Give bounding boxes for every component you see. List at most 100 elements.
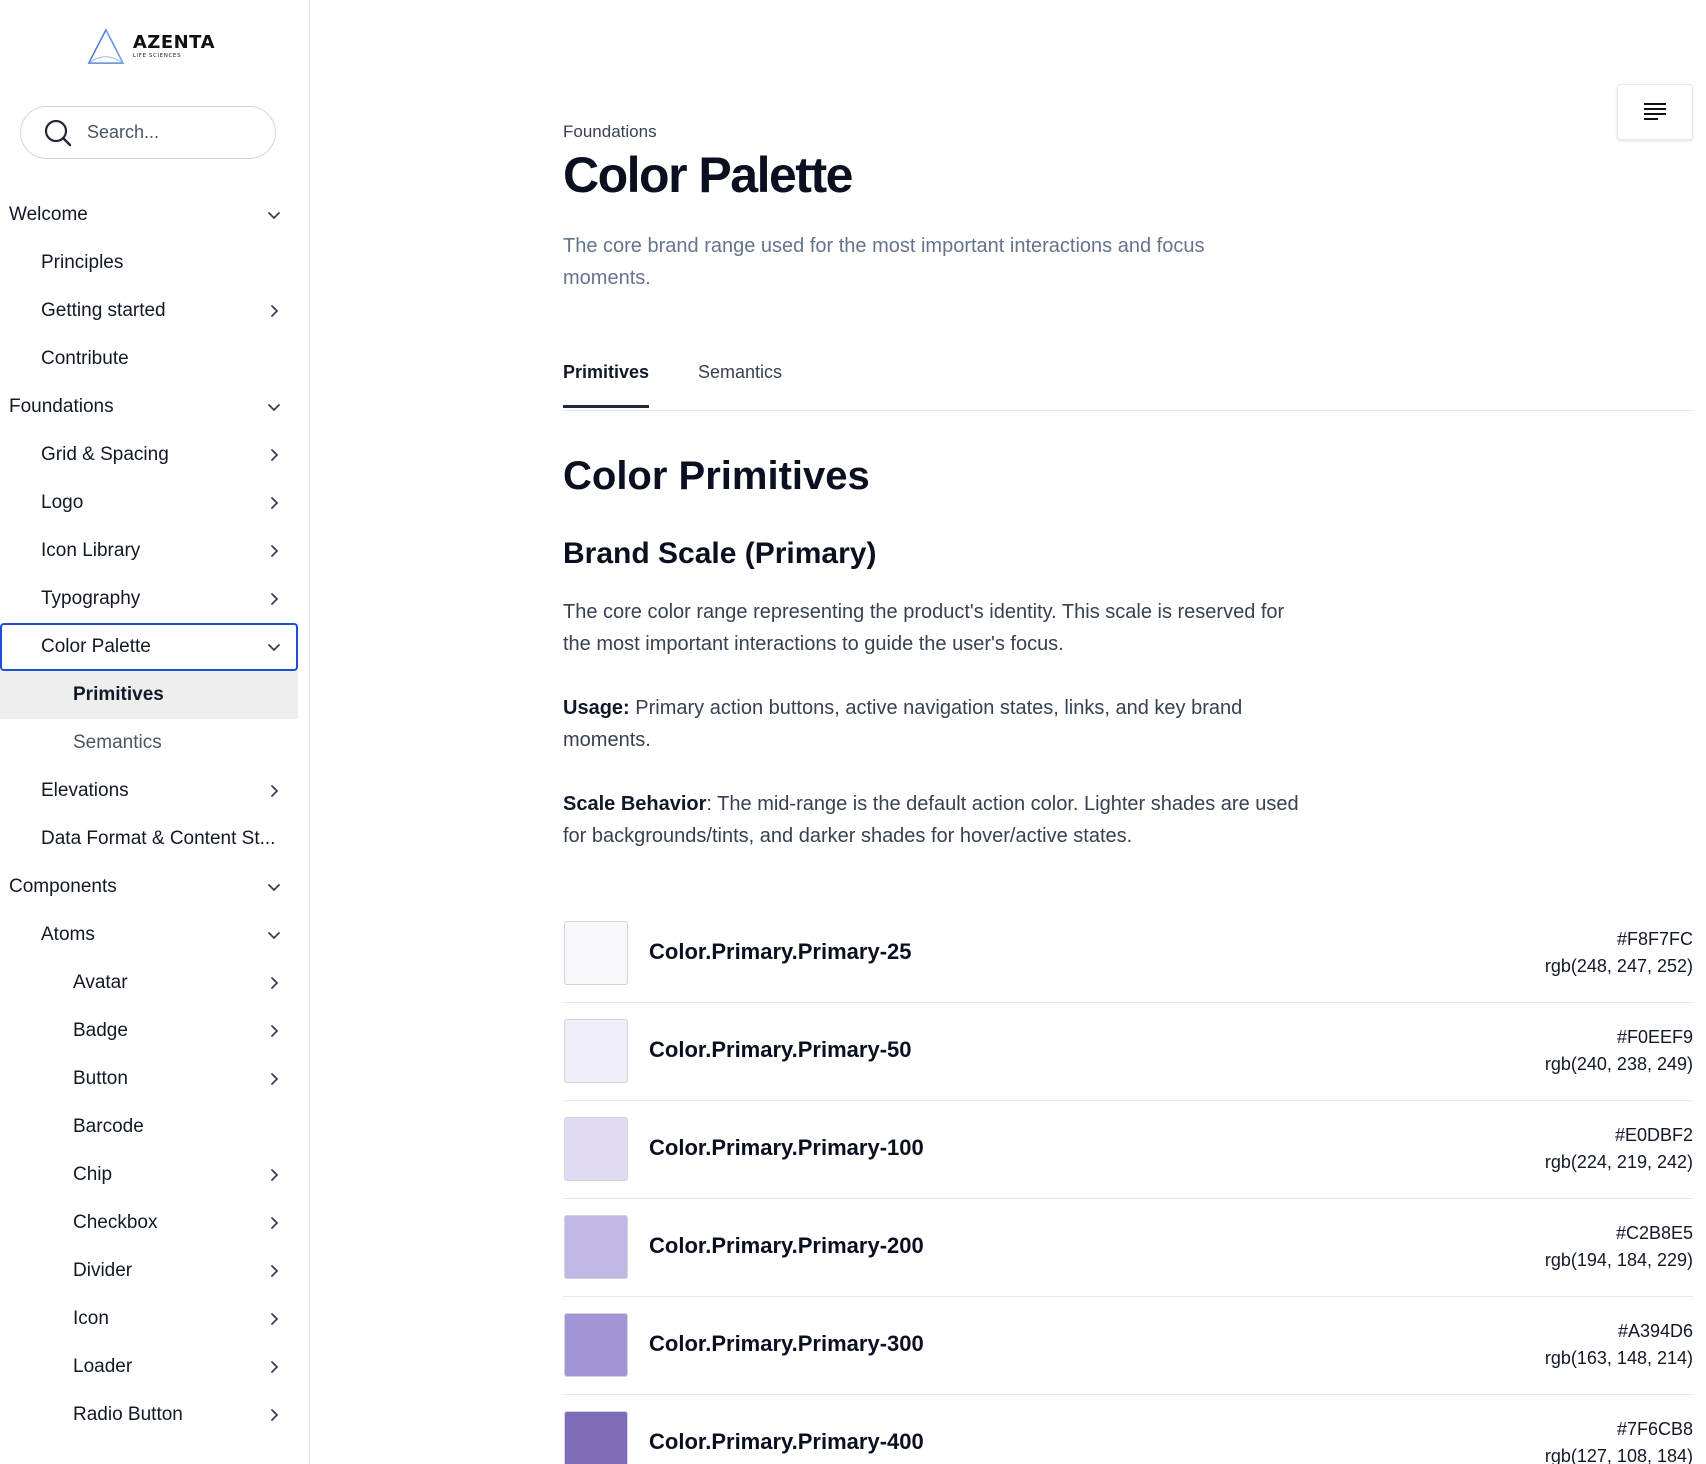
swatch-hex-value[interactable]: #E0DBF2: [1615, 1125, 1693, 1146]
chevron-right-icon[interactable]: [266, 303, 282, 319]
sidebar-item-label: Radio Button: [73, 1404, 183, 1425]
sidebar-item-getting-started[interactable]: Getting started: [0, 287, 298, 335]
chevron-right-icon[interactable]: [266, 495, 282, 511]
chevron-down-icon[interactable]: [266, 399, 282, 415]
sidebar-item-label: Data Format & Content St...: [41, 828, 276, 849]
sidebar-item-label: Barcode: [73, 1116, 144, 1137]
color-swatch-chip[interactable]: [564, 1215, 628, 1279]
sidebar-item-typography[interactable]: Typography: [0, 575, 298, 623]
brand-name: AZENTA: [132, 32, 215, 54]
search-box[interactable]: [20, 106, 276, 159]
chevron-right-icon[interactable]: [266, 591, 282, 607]
sidebar-item-radio-button[interactable]: Radio Button: [0, 1391, 298, 1439]
chevron-down-icon[interactable]: [266, 927, 282, 943]
tab-primitives[interactable]: Primitives: [563, 362, 650, 408]
sidebar-item-semantics[interactable]: Semantics: [0, 719, 298, 767]
swatch-token-name: Color.Primary.Primary-300: [649, 1331, 924, 1356]
swatch-row: Color.Primary.Primary-50 #F0EEF9 rgb(240, …: [563, 1003, 1693, 1101]
sidebar-item-button[interactable]: Button: [0, 1055, 298, 1103]
swatch-token-name: Color.Primary.Primary-25: [649, 939, 912, 964]
sidebar-item-icon[interactable]: Icon: [0, 1295, 298, 1343]
chevron-right-icon[interactable]: [266, 975, 282, 991]
subsection-title: Brand Scale (Primary): [563, 537, 877, 570]
chevron-down-icon[interactable]: [266, 207, 282, 223]
search-input[interactable]: [87, 122, 257, 143]
color-swatch-chip[interactable]: [564, 1117, 628, 1181]
swatch-rgb-value[interactable]: rgb(224, 219, 242): [1545, 1152, 1693, 1173]
sidebar-item-barcode[interactable]: Barcode: [0, 1103, 298, 1151]
sidebar-item-label: Elevations: [41, 780, 129, 801]
chevron-right-icon[interactable]: [266, 447, 282, 463]
chevron-down-icon[interactable]: [266, 879, 282, 895]
color-swatch-chip[interactable]: [564, 1019, 628, 1083]
swatch-hex-value[interactable]: #F0EEF9: [1617, 1027, 1693, 1048]
swatch-token-name: Color.Primary.Primary-50: [649, 1037, 912, 1062]
sidebar-item-label: Checkbox: [73, 1212, 158, 1233]
chevron-down-icon[interactable]: [266, 639, 282, 655]
sidebar-item-principles[interactable]: Principles: [0, 239, 298, 287]
sidebar-item-label: Icon: [73, 1308, 109, 1329]
sidebar-item-icon-library[interactable]: Icon Library: [0, 527, 298, 575]
swatch-rgb-value[interactable]: rgb(127, 108, 184): [1545, 1446, 1693, 1464]
chevron-right-icon[interactable]: [266, 543, 282, 559]
swatch-hex-value[interactable]: #F8F7FC: [1617, 929, 1693, 950]
chevron-right-icon[interactable]: [266, 1263, 282, 1279]
chevron-right-icon[interactable]: [266, 1023, 282, 1039]
swatch-row: Color.Primary.Primary-25 #F8F7FC rgb(248, …: [563, 905, 1693, 1003]
sidebar-item-label: Loader: [73, 1356, 133, 1377]
sidebar-item-data-format-content-st[interactable]: Data Format & Content St...: [0, 815, 298, 863]
intro-paragraph: The core color range representing the pr…: [563, 601, 1285, 655]
chevron-right-icon[interactable]: [266, 1359, 282, 1375]
sidebar-item-label: Semantics: [73, 732, 162, 753]
sidebar-item-badge[interactable]: Badge: [0, 1007, 298, 1055]
swatch-hex-value[interactable]: #C2B8E5: [1616, 1223, 1693, 1244]
sidebar-item-atoms[interactable]: Atoms: [0, 911, 298, 959]
swatch-hex-value[interactable]: #A394D6: [1618, 1321, 1693, 1342]
brand-logo[interactable]: AZENTA LIFE SCIENCES: [85, 26, 215, 68]
sidebar-item-elevations[interactable]: Elevations: [0, 767, 298, 815]
sidebar-item-welcome[interactable]: Welcome: [0, 191, 298, 239]
sidebar-item-primitives[interactable]: Primitives: [0, 671, 298, 719]
sidebar-item-logo[interactable]: Logo: [0, 479, 298, 527]
usage-paragraph: Usage: Primary action buttons, active na…: [563, 692, 1303, 756]
table-of-contents-button[interactable]: [1617, 84, 1693, 140]
tab-semantics[interactable]: Semantics: [698, 362, 782, 405]
chevron-right-icon[interactable]: [266, 1311, 282, 1327]
chevron-right-icon[interactable]: [266, 1215, 282, 1231]
color-swatch-chip[interactable]: [564, 921, 628, 985]
chevron-right-icon[interactable]: [266, 1071, 282, 1087]
swatch-hex-value[interactable]: #7F6CB8: [1617, 1419, 1693, 1440]
sidebar-item-grid-spacing[interactable]: Grid & Spacing: [0, 431, 298, 479]
sidebar-item-components[interactable]: Components: [0, 863, 298, 911]
swatch-rgb-value[interactable]: rgb(163, 148, 214): [1545, 1348, 1693, 1369]
sidebar-item-foundations[interactable]: Foundations: [0, 383, 298, 431]
sidebar-item-checkbox[interactable]: Checkbox: [0, 1199, 298, 1247]
color-swatch-chip[interactable]: [564, 1313, 628, 1377]
sidebar-item-label: Badge: [73, 1020, 128, 1041]
swatch-token-name: Color.Primary.Primary-400: [649, 1429, 924, 1454]
sidebar-item-contribute[interactable]: Contribute: [0, 335, 298, 383]
sidebar-item-loader[interactable]: Loader: [0, 1343, 298, 1391]
sidebar-item-label: Button: [73, 1068, 128, 1089]
swatch-row: Color.Primary.Primary-300 #A394D6 rgb(163,…: [563, 1297, 1693, 1395]
sidebar-item-label: Components: [9, 876, 117, 897]
swatch-rgb-value[interactable]: rgb(240, 238, 249): [1545, 1054, 1693, 1075]
sidebar-item-label: Avatar: [73, 972, 128, 993]
chevron-right-icon[interactable]: [266, 783, 282, 799]
behavior-label: Scale Behavior: [563, 793, 707, 815]
color-swatch-chip[interactable]: [564, 1411, 628, 1464]
sidebar-item-avatar[interactable]: Avatar: [0, 959, 298, 1007]
sidebar-item-chip[interactable]: Chip: [0, 1151, 298, 1199]
swatch-rgb-value[interactable]: rgb(194, 184, 229): [1545, 1250, 1693, 1271]
sidebar-item-color-palette[interactable]: Color Palette: [0, 623, 298, 671]
usage-text: Primary action buttons, active navigatio…: [563, 697, 1243, 751]
chevron-right-icon[interactable]: [266, 1167, 282, 1183]
sidebar-item-divider[interactable]: Divider: [0, 1247, 298, 1295]
breadcrumb[interactable]: Foundations: [563, 122, 657, 142]
sidebar-nav: Welcome Principles Getting started Contribu…: [0, 191, 298, 1439]
brand-subtitle: LIFE SCIENCES: [132, 53, 182, 60]
sidebar-item-label: Grid & Spacing: [41, 444, 169, 465]
page-title: Color Palette: [563, 147, 853, 203]
swatch-rgb-value[interactable]: rgb(248, 247, 252): [1545, 956, 1693, 977]
chevron-right-icon[interactable]: [266, 1407, 282, 1423]
